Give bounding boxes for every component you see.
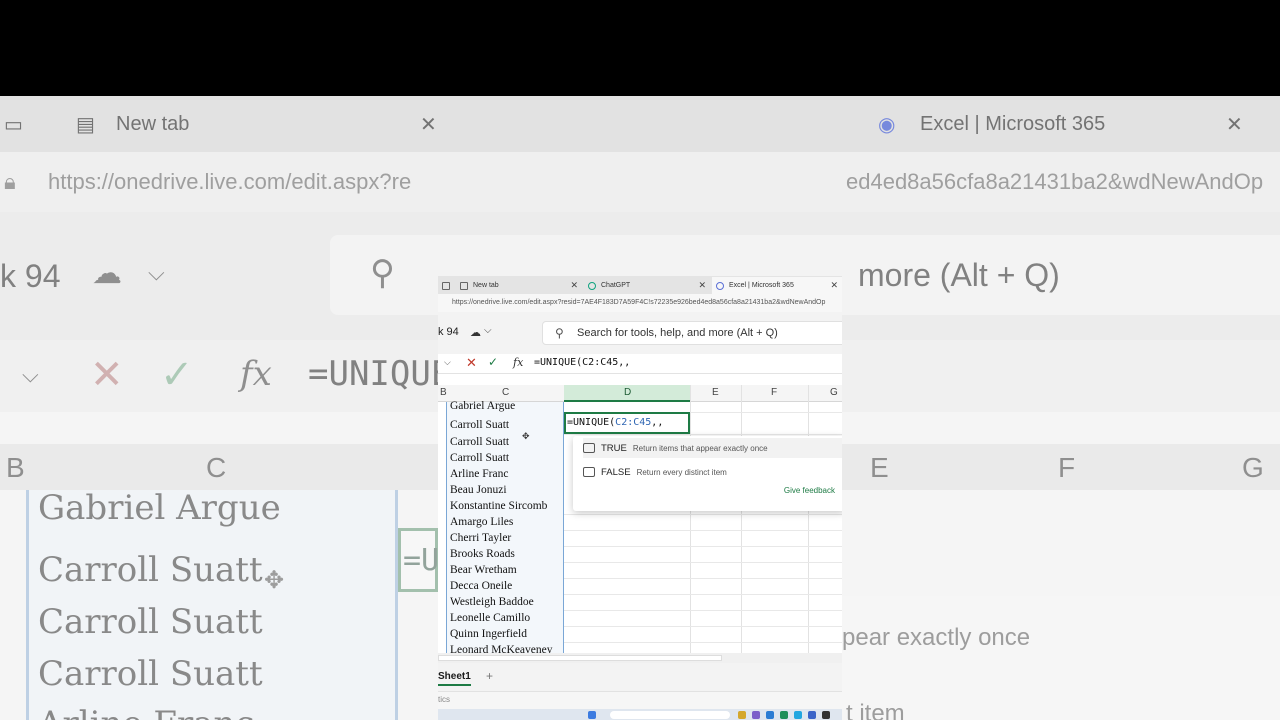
active-cell-editor[interactable]: =UNIQUE(C2:C45,,: [564, 412, 690, 434]
cancel-icon[interactable]: ✕: [466, 355, 477, 371]
give-feedback-link[interactable]: Give feedback: [784, 486, 835, 495]
tab-excel[interactable]: Excel | Microsoft 365 ✕: [712, 277, 842, 294]
tab-chatgpt[interactable]: ChatGPT ✕: [584, 277, 710, 294]
address-bar[interactable]: https://onedrive.live.com/edit.aspx?resi…: [438, 294, 842, 312]
close-icon[interactable]: ✕: [570, 280, 578, 291]
grid-line: [808, 385, 809, 653]
cell-name[interactable]: Carroll Suatt: [450, 419, 509, 431]
grid-line: [564, 514, 842, 515]
check-icon[interactable]: ✓: [488, 355, 498, 369]
status-text: tics: [438, 695, 450, 704]
argument-icon: [583, 467, 595, 477]
new-tab-icon: [460, 281, 468, 290]
letterbox-top: [0, 0, 1280, 96]
app-icon-2[interactable]: [766, 711, 774, 719]
col-header-b[interactable]: B: [440, 387, 447, 398]
cell-name[interactable]: Leonelle Camillo: [450, 612, 530, 624]
name-box-dropdown-icon[interactable]: ⌵: [444, 357, 451, 368]
formula-prefix: =UNIQUE(: [567, 417, 616, 428]
excel-title-bar: k 94 ☁ ⌵ ⚲ Search for tools, help, and m…: [438, 312, 842, 354]
option-key: TRUE: [601, 442, 627, 454]
close-icon[interactable]: ✕: [830, 280, 838, 291]
app-icon-4[interactable]: [808, 711, 816, 719]
fx-icon[interactable]: fx: [513, 356, 523, 369]
close-icon[interactable]: ✕: [698, 280, 706, 291]
cell-name[interactable]: Westleigh Baddoe: [450, 596, 534, 608]
chevron-down-icon[interactable]: ⌵: [484, 325, 492, 336]
horizontal-scrollbar[interactable]: [438, 653, 842, 663]
option-description: Return every distinct item: [636, 467, 727, 477]
argument-icon: [583, 443, 595, 453]
grid-line: [564, 546, 842, 547]
tab-label: Excel | Microsoft 365: [729, 282, 794, 289]
sheet-tab-bar: Sheet1 +: [438, 663, 842, 691]
col-header-d[interactable]: D: [624, 387, 631, 398]
app-icon-5[interactable]: [822, 711, 830, 719]
cell-name[interactable]: Arline Franc: [450, 468, 508, 480]
formula-bar: ⌵ ✕ ✓ fx =UNIQUE(C2:C45,,: [438, 354, 842, 374]
taskbar-search[interactable]: [610, 711, 730, 719]
grid-line: [564, 642, 842, 643]
cell-name[interactable]: Konstantine Sircomb: [450, 500, 547, 512]
grid-line: [690, 385, 691, 653]
spreadsheet-grid[interactable]: B C D E F G Gabriel Argue Carroll Suatt …: [438, 385, 842, 656]
option-true[interactable]: TRUE Return items that appear exactly on…: [583, 438, 842, 458]
cell-name[interactable]: Carroll Suatt: [450, 436, 509, 448]
grid-line: [564, 578, 842, 579]
status-bar: tics: [438, 691, 842, 709]
col-header-g[interactable]: G: [830, 387, 838, 398]
add-sheet-button[interactable]: +: [486, 669, 493, 683]
tab-label: New tab: [473, 282, 499, 289]
cloud-saved-icon[interactable]: ☁: [470, 326, 481, 339]
cell-name[interactable]: Cherri Tayler: [450, 532, 511, 544]
cell-name[interactable]: Bear Wretham: [450, 564, 517, 576]
window-menu-icon[interactable]: [438, 277, 456, 294]
grid-line: [564, 610, 842, 611]
search-icon: ⚲: [555, 326, 564, 340]
grid-line: [564, 434, 842, 435]
scrollbar-thumb[interactable]: [438, 655, 722, 661]
grid-line: [564, 530, 842, 531]
move-cursor-icon: ✥: [522, 431, 530, 441]
autocomplete-popup: TRUE Return items that appear exactly on…: [573, 436, 842, 511]
col-header-f[interactable]: F: [771, 387, 777, 398]
app-icon-3[interactable]: [780, 711, 788, 719]
grid-line: [741, 385, 742, 653]
sheet-tab-sheet1[interactable]: Sheet1: [438, 671, 471, 686]
cell-name[interactable]: Decca Oneile: [450, 580, 512, 592]
document-title[interactable]: k 94: [438, 326, 459, 338]
grid-line: [564, 562, 842, 563]
formula-suffix: ,,: [651, 417, 664, 428]
range-reference: C2:C45: [615, 417, 652, 428]
edge-icon[interactable]: [794, 711, 802, 719]
start-icon[interactable]: [588, 711, 596, 719]
grid-line: [564, 594, 842, 595]
col-header-e[interactable]: E: [712, 387, 719, 398]
copilot-icon: [716, 281, 724, 290]
cell-name[interactable]: Carroll Suatt: [450, 452, 509, 464]
chatgpt-icon: [588, 281, 596, 290]
excel-window: New tab ✕ ChatGPT ✕ Excel | Microsoft 36…: [438, 276, 842, 720]
cell-name[interactable]: Beau Jonuzi: [450, 484, 507, 496]
formula-input[interactable]: =UNIQUE(C2:C45,,: [534, 357, 630, 368]
explorer-icon[interactable]: [738, 711, 746, 719]
search-placeholder: Search for tools, help, and more (Alt + …: [577, 327, 778, 339]
cell-name[interactable]: Gabriel Argue: [450, 400, 515, 412]
search-input[interactable]: ⚲ Search for tools, help, and more (Alt …: [542, 321, 842, 345]
tab-new-tab[interactable]: New tab ✕: [456, 277, 582, 294]
tab-label: ChatGPT: [601, 282, 631, 289]
option-false[interactable]: FALSE Return every distinct item: [583, 462, 842, 482]
app-icon[interactable]: [752, 711, 760, 719]
option-key: FALSE: [601, 466, 631, 478]
cell-name[interactable]: Brooks Roads: [450, 548, 515, 560]
option-description: Return items that appear exactly once: [632, 443, 768, 453]
col-header-c[interactable]: C: [502, 387, 509, 398]
cell-name[interactable]: Amargo Liles: [450, 516, 513, 528]
grid-line: [564, 626, 842, 627]
os-taskbar: [438, 709, 842, 720]
cell-name[interactable]: Quinn Ingerfield: [450, 628, 527, 640]
browser-tab-bar: New tab ✕ ChatGPT ✕ Excel | Microsoft 36…: [438, 276, 842, 294]
